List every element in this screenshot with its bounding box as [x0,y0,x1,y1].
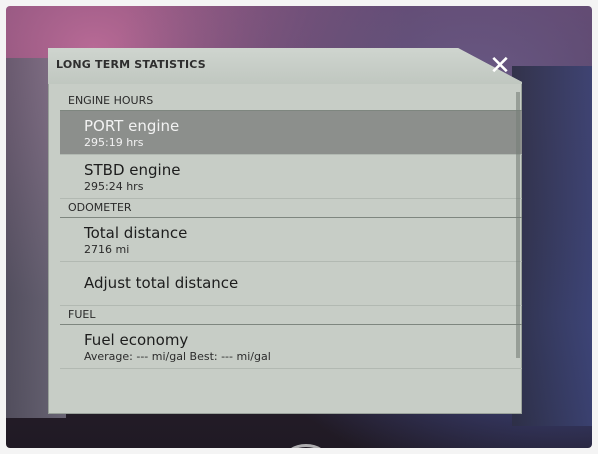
dialog-titlebar: LONG TERM STATISTICS [48,48,522,84]
dialog-title: LONG TERM STATISTICS [56,58,206,71]
list-item-label: PORT engine [84,117,180,135]
list-item-value: 295:24 hrs [84,180,144,193]
section-header-odometer: ODOMETER [60,199,522,218]
list-item-label: Fuel economy [84,331,189,349]
close-button[interactable]: ✕ [480,50,520,82]
list-item-fuel-economy[interactable]: Fuel economy Average: --- mi/gal Best: -… [60,325,522,369]
background-shading [512,66,592,426]
list-item-value: 295:19 hrs [84,136,144,149]
list-item-stbd-engine[interactable]: STBD engine 295:24 hrs [60,155,522,199]
brand-logo [284,444,328,448]
section-header-engine-hours: ENGINE HOURS [60,92,522,111]
list-item-value: 2716 mi [84,243,130,256]
list-item-value: Average: --- mi/gal Best: --- mi/gal [84,350,271,363]
scrollbar[interactable] [516,92,520,358]
list-item-adjust-total-distance[interactable]: Adjust total distance [60,262,522,306]
list-item-label: Total distance [84,224,188,242]
list-item-port-engine[interactable]: PORT engine 295:19 hrs [60,111,522,155]
list-item-label: Adjust total distance [84,274,239,292]
list-item-label: STBD engine [84,161,181,179]
section-header-fuel: FUEL [60,306,522,325]
list-item-total-distance[interactable]: Total distance 2716 mi [60,218,522,262]
statistics-list: ENGINE HOURS PORT engine 295:19 hrs STBD… [60,92,522,369]
close-icon: ✕ [489,51,511,81]
